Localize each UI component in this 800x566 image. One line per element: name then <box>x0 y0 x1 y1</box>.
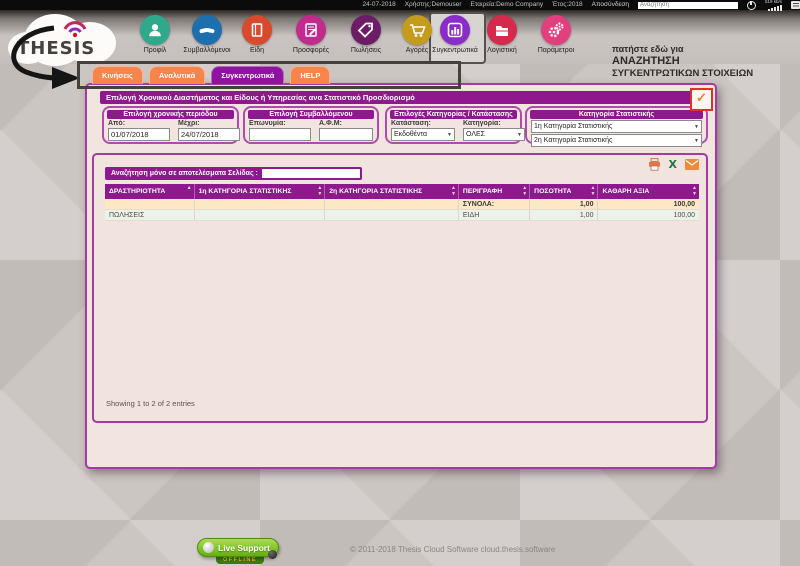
logout-link[interactable]: Αποσύνδεση <box>592 0 629 10</box>
category-select[interactable]: ΟΛΕΣ ▼ <box>463 128 525 141</box>
signal-bars-icon <box>768 5 782 11</box>
column-header-description[interactable]: ΠΕΡΙΓΡΑΦΗ▲▼ <box>458 184 529 199</box>
chevron-down-icon: ▼ <box>694 124 699 130</box>
tab-bar: Κινήσεις Αναλυτικά Συγκεντρωτικά HELP <box>92 66 330 84</box>
table-header-row: ΔΡΑΣΤΗΡΙΟΤΗΤΑ▲ 1η ΚΑΤΗΓΟΡΙΑ ΣΤΑΤΙΣΤΙΚΗΣ▲… <box>105 184 699 199</box>
global-search-input[interactable] <box>638 2 738 9</box>
vat-input[interactable] <box>319 128 373 141</box>
statistic-fieldset: Κατηγορία Στατιστικής 1η Κατηγορία Στατι… <box>525 106 708 144</box>
sort-asc-icon: ▲ <box>187 185 192 191</box>
hint-line-3: ΣΥΓΚΕΝΤΡΩΤΙΚΩΝ ΣΤΟΙΧΕΙΩΝ <box>612 68 798 79</box>
tab-movements[interactable]: Κινήσεις <box>92 66 143 84</box>
filter-section-title: Επιλογή Χρονικού Διαστήματος και Είδους … <box>100 91 692 104</box>
column-header-activity[interactable]: ΔΡΑΣΤΗΡΙΟΤΗΤΑ▲ <box>105 184 194 199</box>
email-icon[interactable] <box>685 159 699 170</box>
current-user: Χρήστης:Demouser <box>405 0 462 10</box>
nav-item-items[interactable]: Είδη <box>228 15 286 54</box>
company-name-input[interactable] <box>249 128 311 141</box>
live-support-label: Live Support <box>218 543 270 553</box>
gears-icon[interactable] <box>541 15 571 45</box>
tab-analytics[interactable]: Αναλυτικά <box>149 66 205 84</box>
person-icon[interactable] <box>140 15 170 45</box>
statistic-fieldset-title: Κατηγορία Στατιστικής <box>530 110 703 119</box>
column-header-stat-category-1[interactable]: 1η ΚΑΤΗΓΟΡΙΑ ΣΤΑΤΙΣΤΙΚΗΣ▲▼ <box>194 184 325 199</box>
confirm-search-button[interactable]: ✓ <box>690 88 713 111</box>
battery-icon <box>791 1 800 9</box>
items-ledger-icon[interactable] <box>242 15 272 45</box>
column-header-quantity[interactable]: ΠΟΣΟΤΗΤΑ▲▼ <box>530 184 598 199</box>
excel-export-icon[interactable]: X <box>669 159 677 170</box>
live-support-button[interactable]: Live Support <box>197 538 279 557</box>
main-window: Επιλογή Χρονικού Διαστήματος και Είδους … <box>85 83 717 469</box>
export-toolbar: X <box>648 158 699 171</box>
top-status-bar: 24-07-2018 Χρήστης:Demouser Εταιρεία:Dem… <box>0 0 800 10</box>
hint-line-1: πατήστε εδώ για <box>612 44 798 54</box>
results-panel: X Αναζήτηση μόνο σε αποτελέσματα Σελίδας… <box>92 153 708 423</box>
table-row: ΠΩΛΗΣΕΙΣ ΕΙΔΗ 1,00 100,00 <box>105 210 699 221</box>
current-date: 24-07-2018 <box>362 0 395 10</box>
sort-icon: ▲▼ <box>522 185 527 197</box>
category-fieldset-title: Επιλογές Κατηγορίας / Κατάστασης <box>390 110 517 119</box>
page-search-bar: Αναζήτηση μόνο σε αποτελέσματα Σελίδας : <box>105 167 362 180</box>
column-header-net-value[interactable]: ΚΑΘΑΡΗ ΑΞΙΑ▲▼ <box>598 184 699 199</box>
nav-item-sales[interactable]: Πωλήσεις <box>337 15 395 54</box>
thesis-logo[interactable]: THESIS <box>8 12 120 64</box>
offer-document-icon[interactable] <box>296 15 326 45</box>
search-hint-link[interactable]: πατήστε εδώ για ΑΝΑΖΗΤΗΣΗ ΣΥΓΚΕΝΤΡΩΤΙΚΩΝ… <box>612 44 798 79</box>
chevron-down-icon: ▼ <box>447 132 452 138</box>
nav-item-profile[interactable]: Προφίλ <box>126 15 184 54</box>
chevron-down-icon: ▼ <box>694 138 699 144</box>
contractor-fieldset: Επιλογή Συμβαλλόμενου Επωνυμία: Α.Φ.Μ: <box>243 106 379 144</box>
nav-item-offers[interactable]: Προσφορές <box>282 15 340 54</box>
bar-chart-icon[interactable] <box>440 15 470 45</box>
sort-icon: ▲▼ <box>591 185 596 197</box>
current-year: Έτος:2018 <box>552 0 583 10</box>
sort-icon: ▲▼ <box>317 185 322 197</box>
to-label: Μέχρι: <box>178 120 240 128</box>
bandwidth-indicator: 519 kb/s <box>765 0 782 11</box>
category-fieldset: Επιλογές Κατηγορίας / Κατάστασης Κατάστα… <box>385 106 522 144</box>
hint-line-2: ΑΝΑΖΗΤΗΣΗ <box>612 55 798 67</box>
price-tag-icon[interactable] <box>351 15 381 45</box>
chevron-down-icon: ▼ <box>517 132 522 138</box>
tab-help[interactable]: HELP <box>290 66 330 84</box>
category-label: Κατηγορία: <box>463 120 525 128</box>
company-name-label: Επωνυμία: <box>249 120 311 128</box>
status-dot-icon <box>203 542 214 553</box>
copyright-text: © 2011-2018 Thesis Cloud Software cloud.… <box>350 545 555 554</box>
tab-aggregates[interactable]: Συγκεντρωτικά <box>211 66 284 84</box>
folder-icon[interactable] <box>487 15 517 45</box>
live-support-status: OFFLINE <box>216 556 264 564</box>
current-company: Εταιρεία:Demo Company <box>470 0 543 10</box>
bandwidth-value: 519 kb/s <box>765 0 782 4</box>
entries-summary: Showing 1 to 2 of 2 entries <box>106 399 195 408</box>
print-icon[interactable] <box>648 158 661 171</box>
thesis-app-screen: 24-07-2018 Χρήστης:Demouser Εταιρεία:Dem… <box>0 0 800 566</box>
brand-name: THESIS <box>17 38 95 59</box>
period-fieldset: Επιλογή χρονικής περιόδου Από: Μέχρι: <box>102 106 239 144</box>
power-icon[interactable] <box>747 1 756 10</box>
column-header-stat-category-2[interactable]: 2η ΚΑΤΗΓΟΡΙΑ ΣΤΑΤΙΣΤΙΚΗΣ▲▼ <box>325 184 459 199</box>
page-search-label: Αναζήτηση μόνο σε αποτελέσματα Σελίδας : <box>111 170 258 177</box>
live-support-knob-icon <box>268 550 277 559</box>
status-select[interactable]: Εκδοθέντα ▼ <box>391 128 455 141</box>
from-label: Από: <box>108 120 170 128</box>
statistic-category-1-select[interactable]: 1η Κατηγορία Στατιστικής ▼ <box>531 120 702 133</box>
period-fieldset-title: Επιλογή χρονικής περιόδου <box>107 110 234 119</box>
sort-icon: ▲▼ <box>451 185 456 197</box>
handshake-icon[interactable] <box>192 15 222 45</box>
results-table: ΔΡΑΣΤΗΡΙΟΤΗΤΑ▲ 1η ΚΑΤΗΓΟΡΙΑ ΣΤΑΤΙΣΤΙΚΗΣ▲… <box>105 184 699 221</box>
statistic-category-2-select[interactable]: 2η Κατηγορία Στατιστικής ▼ <box>531 134 702 147</box>
date-from-input[interactable] <box>108 128 170 141</box>
contractor-fieldset-title: Επιλογή Συμβαλλόμενου <box>248 110 374 119</box>
page-search-input[interactable] <box>262 169 360 178</box>
status-label: Κατάσταση: <box>391 120 455 128</box>
sort-icon: ▲▼ <box>692 185 697 197</box>
nav-item-parameters[interactable]: Παράμετροι <box>527 15 585 54</box>
table-row-totals: ΣΥΝΟΛΑ: 1,00 100,00 <box>105 199 699 210</box>
nav-item-accounting[interactable]: Λογιστική <box>473 15 531 54</box>
vat-label: Α.Φ.Μ: <box>319 120 373 128</box>
date-to-input[interactable] <box>178 128 240 141</box>
